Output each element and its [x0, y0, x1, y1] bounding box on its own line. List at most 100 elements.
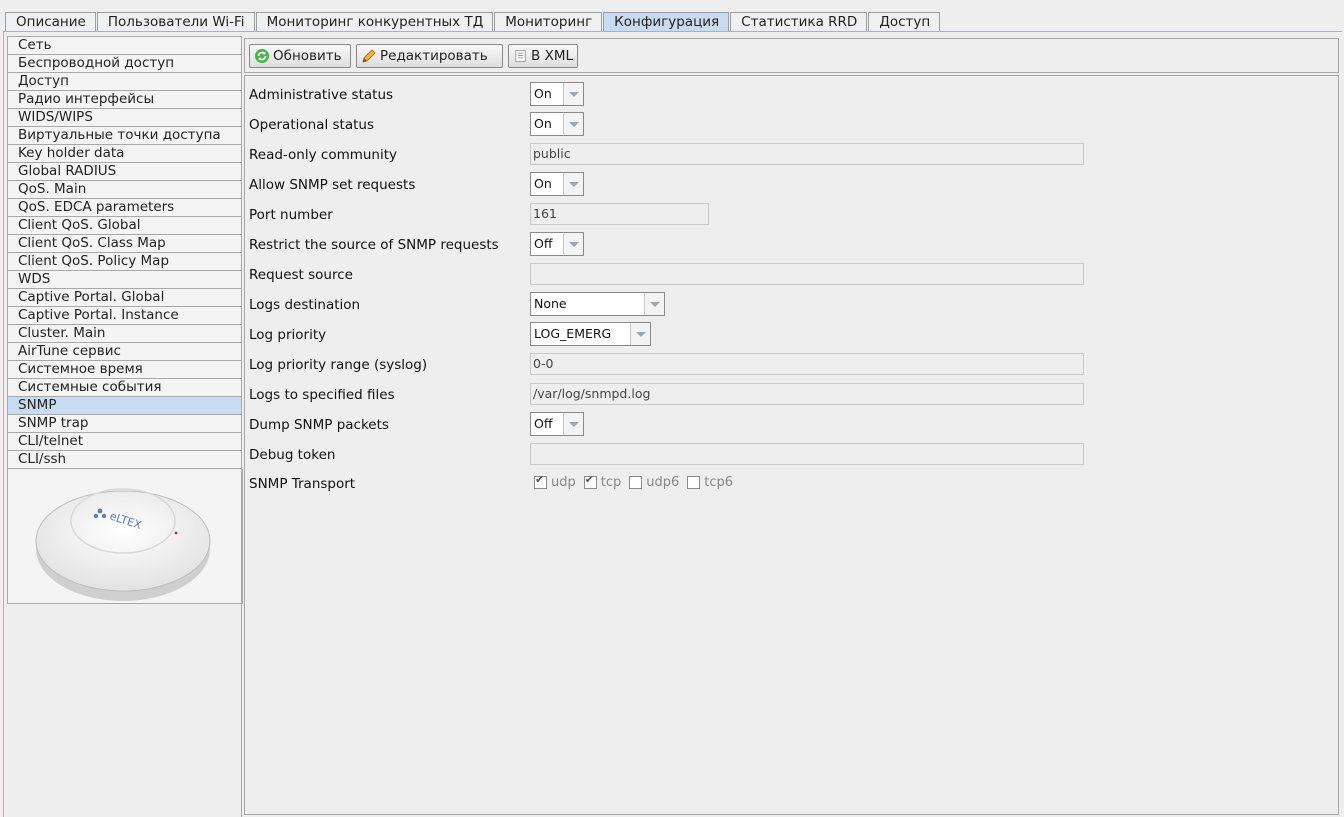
port-field[interactable]: 161 [530, 203, 709, 225]
sidebar-item-system-time[interactable]: Системное время [7, 361, 242, 379]
config-sidebar: Сеть Беспроводной доступ Доступ Радио ин… [7, 36, 243, 604]
tab-rrd-statistics[interactable]: Статистика RRD [730, 12, 868, 31]
sidebar-item-radio-interfaces[interactable]: Радио интерфейсы [7, 91, 242, 109]
sidebar-item-access[interactable]: Доступ [7, 73, 242, 91]
log-priority-label: Log priority [249, 327, 327, 343]
sidebar-item-captive-portal-global[interactable]: Captive Portal. Global [7, 289, 242, 307]
edit-button[interactable]: Редактировать [356, 44, 503, 68]
sidebar-item-cli-telnet[interactable]: CLI/telnet [7, 433, 242, 451]
sidebar-item-cli-ssh[interactable]: CLI/ssh [7, 451, 242, 469]
allow-set-select[interactable]: On [530, 172, 584, 196]
logs-dest-value: None [531, 293, 644, 315]
sidebar-item-wids-wips[interactable]: WIDS/WIPS [7, 109, 242, 127]
oper-status-select[interactable]: On [530, 112, 584, 136]
chevron-down-icon[interactable] [563, 83, 583, 105]
transport-udp-checkbox[interactable]: udp [534, 473, 576, 490]
sidebar-item-network[interactable]: Сеть [7, 36, 242, 55]
sidebar-item-snmp-trap[interactable]: SNMP trap [7, 415, 242, 433]
tab-competitor-monitoring[interactable]: Мониторинг конкурентных ТД [255, 12, 494, 31]
tab-configuration[interactable]: Конфигурация [603, 12, 730, 31]
tab-description[interactable]: Описание [5, 12, 96, 31]
sidebar-item-client-qos-policy-map[interactable]: Client QoS. Policy Map [7, 253, 242, 271]
request-source-label: Request source [249, 267, 353, 283]
transport-label: SNMP Transport [249, 476, 356, 492]
log-range-field[interactable]: 0-0 [530, 353, 1084, 375]
chevron-down-icon[interactable] [563, 113, 583, 135]
checkbox-checked-icon[interactable] [534, 473, 547, 489]
port-label: Port number [249, 207, 333, 223]
transport-tcp6-checkbox[interactable]: tcp6 [687, 475, 733, 490]
logs-dest-select[interactable]: None [530, 292, 665, 316]
transport-tcp-label: tcp [600, 475, 622, 490]
sidebar-item-cluster-main[interactable]: Cluster. Main [7, 325, 242, 343]
sidebar-item-client-qos-class-map[interactable]: Client QoS. Class Map [7, 235, 242, 253]
main-tab-bar: Описание Пользователи Wi-Fi Мониторинг к… [5, 12, 941, 31]
sidebar-item-global-radius[interactable]: Global RADIUS [7, 163, 242, 181]
checkbox-checked-icon[interactable] [583, 473, 597, 489]
transport-tcp-checkbox[interactable]: tcp [583, 473, 622, 490]
admin-status-label: Administrative status [249, 87, 394, 103]
refresh-button-label: Обновить [273, 48, 342, 64]
edit-button-label: Редактировать [380, 48, 488, 64]
log-priority-value: LOG_EMERG [531, 323, 630, 345]
debug-token-field[interactable] [530, 443, 1084, 465]
sidebar-divider [241, 36, 242, 817]
sidebar-item-qos-main[interactable]: QoS. Main [7, 181, 242, 199]
export-xml-button-label: В XML [531, 48, 573, 64]
sidebar-item-virtual-ap[interactable]: Виртуальные точки доступа [7, 127, 242, 145]
log-range-label: Log priority range (syslog) [249, 357, 428, 373]
ro-community-field[interactable]: public [530, 143, 1084, 165]
transport-tcp6-label: tcp6 [704, 475, 734, 490]
sidebar-item-system-events[interactable]: Системные события [7, 379, 242, 397]
refresh-button[interactable]: Обновить [249, 44, 351, 68]
sidebar-item-qos-edca[interactable]: QoS. EDCA parameters [7, 199, 242, 217]
oper-status-label: Operational status [249, 117, 374, 133]
sidebar-item-captive-portal-instance[interactable]: Captive Portal. Instance [7, 307, 242, 325]
tab-underline [3, 31, 1342, 32]
export-xml-button[interactable]: В XML [508, 44, 578, 68]
admin-status-value: On [531, 83, 563, 105]
admin-status-select[interactable]: On [530, 82, 584, 106]
checkbox-unchecked-icon[interactable] [629, 476, 643, 489]
dump-packets-label: Dump SNMP packets [249, 417, 389, 433]
chevron-down-icon[interactable] [644, 293, 664, 315]
transport-udp6-label: udp6 [646, 475, 680, 490]
log-files-label: Logs to specified files [249, 387, 395, 403]
snmp-settings-form: Administrative status On Operational sta… [244, 75, 1339, 815]
log-priority-select[interactable]: LOG_EMERG [530, 322, 651, 346]
chevron-down-icon[interactable] [563, 173, 583, 195]
frame-border [3, 31, 4, 817]
allow-set-label: Allow SNMP set requests [249, 177, 416, 193]
log-files-field[interactable]: /var/log/snmpd.log [530, 383, 1084, 405]
document-icon [515, 49, 526, 63]
dump-packets-value: Off [531, 413, 563, 435]
restrict-source-label: Restrict the source of SNMP requests [249, 237, 499, 253]
debug-token-label: Debug token [249, 447, 336, 463]
device-image-panel: eLTEX [7, 469, 243, 604]
toolbar: Обновить Редактировать В XML [244, 38, 1339, 73]
sidebar-item-key-holder[interactable]: Key holder data [7, 145, 242, 163]
oper-status-value: On [531, 113, 563, 135]
sidebar-item-client-qos-global[interactable]: Client QoS. Global [7, 217, 242, 235]
sidebar-item-wds[interactable]: WDS [7, 271, 242, 289]
restrict-source-select[interactable]: Off [530, 232, 584, 256]
sidebar-item-airtune[interactable]: AirTune сервис [7, 343, 242, 361]
sidebar-item-wireless-access[interactable]: Беспроводной доступ [7, 55, 242, 73]
checkbox-unchecked-icon[interactable] [687, 476, 701, 489]
chevron-down-icon[interactable] [630, 323, 650, 345]
request-source-field[interactable] [530, 263, 1084, 285]
refresh-icon [255, 49, 269, 63]
dump-packets-select[interactable]: Off [530, 412, 584, 436]
tab-wifi-users[interactable]: Пользователи Wi-Fi [96, 12, 255, 31]
transport-udp-label: udp [551, 475, 576, 490]
chevron-down-icon[interactable] [563, 233, 583, 255]
ro-community-label: Read-only community [249, 147, 398, 163]
tab-access[interactable]: Доступ [868, 12, 941, 31]
logs-dest-label: Logs destination [249, 297, 361, 313]
transport-udp6-checkbox[interactable]: udp6 [629, 475, 679, 490]
allow-set-value: On [531, 173, 563, 195]
sidebar-item-snmp[interactable]: SNMP [7, 397, 242, 415]
chevron-down-icon[interactable] [563, 413, 583, 435]
pencil-icon [362, 49, 376, 63]
tab-monitoring[interactable]: Мониторинг [494, 12, 603, 31]
